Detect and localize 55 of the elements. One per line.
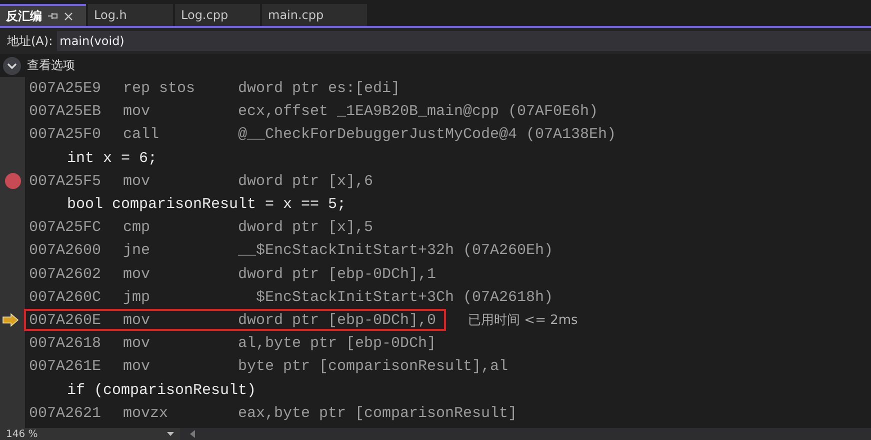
- mnemonic-text: mov: [123, 266, 152, 283]
- mnemonic-text: cmp: [123, 219, 152, 236]
- address-text: 007A2618: [29, 335, 102, 352]
- zoom-level: 146 %: [6, 428, 38, 440]
- mnemonic-text: jmp: [123, 288, 152, 306]
- address-text: 007A260C: [29, 288, 102, 306]
- view-options-label: 查看选项: [27, 57, 75, 74]
- pin-icon[interactable]: [48, 12, 58, 20]
- source-line: int x = 6;: [66, 150, 158, 167]
- expand-button[interactable]: [3, 56, 21, 74]
- source-line: bool comparisonResult = x == 5;: [66, 196, 346, 214]
- address-text: 007A25FC: [29, 219, 102, 236]
- mnemonic-text: call: [123, 126, 160, 144]
- document-tab[interactable]: Log.h: [88, 4, 173, 26]
- address-label: 地址(A):: [7, 32, 53, 50]
- mnemonic-text: movzx: [123, 404, 170, 422]
- mnemonic-text: mov: [123, 312, 152, 329]
- operand-text: al,byte ptr [ebp-0DCh]: [238, 335, 436, 352]
- mnemonic-text: mov: [123, 172, 152, 190]
- operand-text: dword ptr es:[edi]: [238, 80, 400, 98]
- mnemonic-text: rep stos: [123, 80, 196, 98]
- operand-text: eax,byte ptr [comparisonResult]: [238, 404, 518, 422]
- operand-text: dword ptr [ebp-0DCh],0: [238, 312, 436, 329]
- document-tab[interactable]: main.cpp: [262, 4, 367, 26]
- elapsed-time-hint: 已用时间 <= 2ms: [468, 312, 578, 330]
- address-text: 007A25F0: [29, 126, 102, 144]
- document-tab[interactable]: Log.cpp: [175, 4, 260, 26]
- address-text: 007A25F5: [29, 172, 102, 190]
- address-text: 007A2600: [29, 242, 102, 260]
- operand-text: dword ptr [ebp-0DCh],1: [238, 266, 436, 283]
- document-tab[interactable]: 反汇编: [0, 4, 86, 26]
- address-text: 007A2621: [29, 404, 102, 422]
- mnemonic-text: mov: [123, 358, 152, 376]
- chevron-down-icon[interactable]: [7, 62, 17, 68]
- operand-text: __$EncStackInitStart+32h (07A260Eh): [238, 242, 554, 260]
- operand-text: byte ptr [comparisonResult],al: [238, 358, 508, 376]
- address-text: 007A260E: [29, 312, 102, 329]
- address-text: 007A2602: [29, 266, 102, 283]
- close-icon[interactable]: [64, 12, 73, 20]
- operand-text: @__CheckForDebuggerJustMyCode@4 (07A138Eh): [238, 126, 616, 144]
- address-field[interactable]: main(void): [56, 31, 871, 51]
- caret-icon[interactable]: [167, 432, 174, 436]
- address-text: 007A261E: [29, 358, 102, 376]
- mnemonic-text: jne: [123, 242, 152, 260]
- operand-text: dword ptr [x],6: [238, 172, 374, 190]
- mnemonic-text: mov: [123, 335, 152, 352]
- address-text: 007A25EB: [29, 103, 102, 120]
- zoom-dropdown[interactable]: 146 %: [0, 428, 180, 440]
- source-line: if (comparisonResult): [66, 382, 256, 399]
- mnemonic-text: mov: [123, 103, 152, 120]
- operand-text: $EncStackInitStart+3Ch (07A2618h): [255, 288, 554, 306]
- operand-text: dword ptr [x],5: [238, 219, 374, 236]
- address-text: 007A25E9: [29, 80, 102, 98]
- scroll-left-icon[interactable]: [190, 430, 195, 438]
- operand-text: ecx,offset _1EA9B20B_main@cpp (07AF0E6h): [238, 103, 598, 120]
